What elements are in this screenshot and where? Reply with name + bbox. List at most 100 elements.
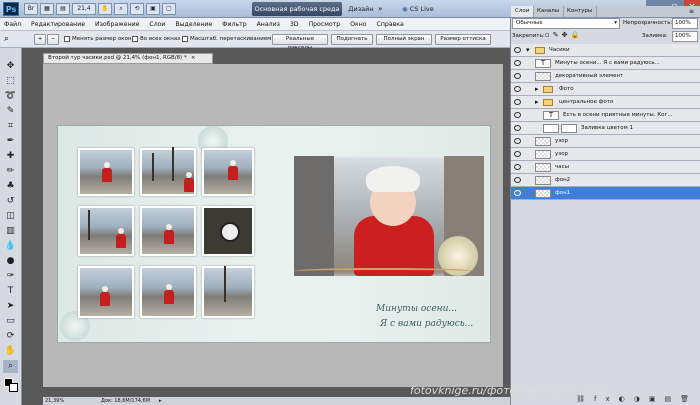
workspace-design-button[interactable]: Дизайн <box>346 2 376 16</box>
layer-row[interactable]: узор <box>511 135 700 148</box>
visibility-eye-icon[interactable] <box>514 138 521 144</box>
workspace-more-icon[interactable]: » <box>378 5 382 13</box>
fit-screen-button[interactable]: Подогнать <box>331 34 373 45</box>
arrange-documents-icon[interactable]: ▣ <box>146 3 160 15</box>
menu-window[interactable]: Окно <box>346 18 370 31</box>
resize-windows-checkbox[interactable] <box>64 35 70 42</box>
visibility-eye-icon[interactable] <box>514 47 521 53</box>
move-tool-icon[interactable]: ✥ <box>3 60 18 73</box>
actual-pixels-button[interactable]: Реальные пикселы <box>272 34 328 51</box>
visibility-eye-icon[interactable] <box>514 164 521 170</box>
visibility-eye-icon[interactable] <box>514 190 521 196</box>
eraser-tool-icon[interactable]: ◫ <box>3 210 18 223</box>
visibility-eye-icon[interactable] <box>514 151 521 157</box>
type-tool-icon[interactable]: T <box>3 285 18 298</box>
tab-paths[interactable]: Контуры <box>563 6 598 17</box>
zoom-status[interactable]: 21,39% <box>45 397 64 405</box>
crop-tool-icon[interactable]: ⌗ <box>3 120 18 133</box>
layer-row[interactable]: Заливка цветом 1 <box>511 122 700 135</box>
folder-icon <box>543 86 553 93</box>
menu-3d[interactable]: 3D <box>286 18 303 31</box>
close-tab-icon[interactable]: × <box>191 55 196 61</box>
layer-row[interactable]: фон2 <box>511 174 700 187</box>
print-size-button[interactable]: Размер оттиска <box>435 34 491 45</box>
lock-icons[interactable]: ▫✎✥🔒 <box>545 31 582 39</box>
zoom-level-select[interactable]: 21,4 <box>72 3 96 15</box>
bridge-icon[interactable]: Br <box>24 3 38 15</box>
fill-field[interactable]: 100% <box>672 31 698 42</box>
dodge-tool-icon[interactable]: ● <box>3 255 18 268</box>
menu-help[interactable]: Справка <box>373 18 408 31</box>
quick-select-tool-icon[interactable]: ✎ <box>3 105 18 118</box>
chevron-down-icon[interactable]: ▾ <box>526 45 530 56</box>
menu-filter[interactable]: Фильтр <box>218 18 250 31</box>
shape-tool-icon[interactable]: ▭ <box>3 315 18 328</box>
zoom-tool-icon[interactable]: ⌕ <box>3 360 18 373</box>
gradient-tool-icon[interactable]: ▥ <box>3 225 18 238</box>
visibility-eye-icon[interactable] <box>514 125 521 131</box>
panel-menu-icon[interactable]: ≡ <box>689 6 694 17</box>
visibility-eye-icon[interactable] <box>514 60 521 66</box>
layer-row[interactable]: T Есть в осени приятные минуты. Ког... <box>511 109 700 122</box>
visibility-eye-icon[interactable] <box>514 112 521 118</box>
extras-icon[interactable]: ▤ <box>56 3 70 15</box>
zoom-in-icon[interactable]: + <box>34 34 46 45</box>
brush-tool-icon[interactable]: ✏ <box>3 165 18 178</box>
blend-mode-select[interactable]: Обычные ▾ <box>512 18 620 29</box>
hand-tool-icon[interactable]: ✋ <box>3 345 18 358</box>
menu-file[interactable]: Файл <box>0 18 25 31</box>
3d-rotate-tool-icon[interactable]: ⟳ <box>3 330 18 343</box>
chevron-right-icon[interactable]: ▸ <box>535 84 539 95</box>
all-windows-option[interactable]: Во всех окнах <box>132 35 180 44</box>
layer-row[interactable]: часы <box>511 161 700 174</box>
zoom-tool-preset-icon[interactable]: ⌕ <box>4 34 9 45</box>
status-menu-icon[interactable]: ▸ <box>159 397 162 405</box>
history-brush-tool-icon[interactable]: ↺ <box>3 195 18 208</box>
tab-channels[interactable]: Каналы <box>533 6 565 17</box>
pen-tool-icon[interactable]: ✑ <box>3 270 18 283</box>
screen-mode-icon[interactable]: ▢ <box>162 3 176 15</box>
document-tab[interactable]: Второй тур часики.psd @ 21,4% (фон1, RGB… <box>43 53 213 64</box>
eyedropper-tool-icon[interactable]: ✒ <box>3 135 18 148</box>
full-screen-button[interactable]: Полный экран <box>376 34 432 45</box>
resize-windows-option[interactable]: Менять размер окон <box>64 35 131 44</box>
mini-bridge-icon[interactable]: ▦ <box>40 3 54 15</box>
scrubby-zoom-option[interactable]: Масштаб. перетаскиванием <box>182 35 271 44</box>
layer-row-selected[interactable]: фон1 <box>511 187 700 200</box>
blur-tool-icon[interactable]: 💧 <box>3 240 18 253</box>
cs-live-button[interactable]: ◉ CS Live <box>402 2 442 16</box>
visibility-eye-icon[interactable] <box>514 177 521 183</box>
zoom-tool-icon[interactable]: ⌕ <box>114 3 128 15</box>
background-color-swatch[interactable] <box>9 383 18 392</box>
menu-image[interactable]: Изображение <box>91 18 144 31</box>
menu-layers[interactable]: Слои <box>145 18 169 31</box>
workspace-main-button[interactable]: Основная рабочая среда <box>252 2 342 16</box>
menu-view[interactable]: Просмотр <box>304 18 344 31</box>
visibility-eye-icon[interactable] <box>514 86 521 92</box>
rotate-view-icon[interactable]: ⟲ <box>130 3 144 15</box>
visibility-eye-icon[interactable] <box>514 73 521 79</box>
chevron-right-icon[interactable]: ▸ <box>535 97 539 108</box>
hand-tool-icon[interactable]: ✋ <box>98 3 112 15</box>
all-windows-checkbox[interactable] <box>132 35 138 42</box>
path-selection-tool-icon[interactable]: ➤ <box>3 300 18 313</box>
lasso-tool-icon[interactable]: ➰ <box>3 90 18 103</box>
clone-stamp-tool-icon[interactable]: ♣ <box>3 180 18 193</box>
marquee-tool-icon[interactable]: ⬚ <box>3 75 18 88</box>
menu-analysis[interactable]: Анализ <box>253 18 284 31</box>
document-canvas[interactable]: Минуты осени... Я с вами радуюсь... <box>57 125 491 343</box>
layer-row[interactable]: декоративный элемент <box>511 70 700 83</box>
layer-row[interactable]: ▾ Часики <box>511 44 700 57</box>
visibility-eye-icon[interactable] <box>514 99 521 105</box>
layer-row[interactable]: ▸ Фото <box>511 83 700 96</box>
layer-row[interactable]: T Минуты осени... Я с вами радуюсь... <box>511 57 700 70</box>
layer-row[interactable]: ▸ центральное фото <box>511 96 700 109</box>
healing-brush-tool-icon[interactable]: ✚ <box>3 150 18 163</box>
tab-layers[interactable]: Слои <box>511 6 535 17</box>
opacity-field[interactable]: 100% <box>672 18 698 29</box>
scrubby-zoom-checkbox[interactable] <box>182 35 188 42</box>
menu-select[interactable]: Выделение <box>171 18 216 31</box>
menu-edit[interactable]: Редактирование <box>27 18 89 31</box>
zoom-out-icon[interactable]: − <box>47 34 59 45</box>
layer-row[interactable]: узор <box>511 148 700 161</box>
